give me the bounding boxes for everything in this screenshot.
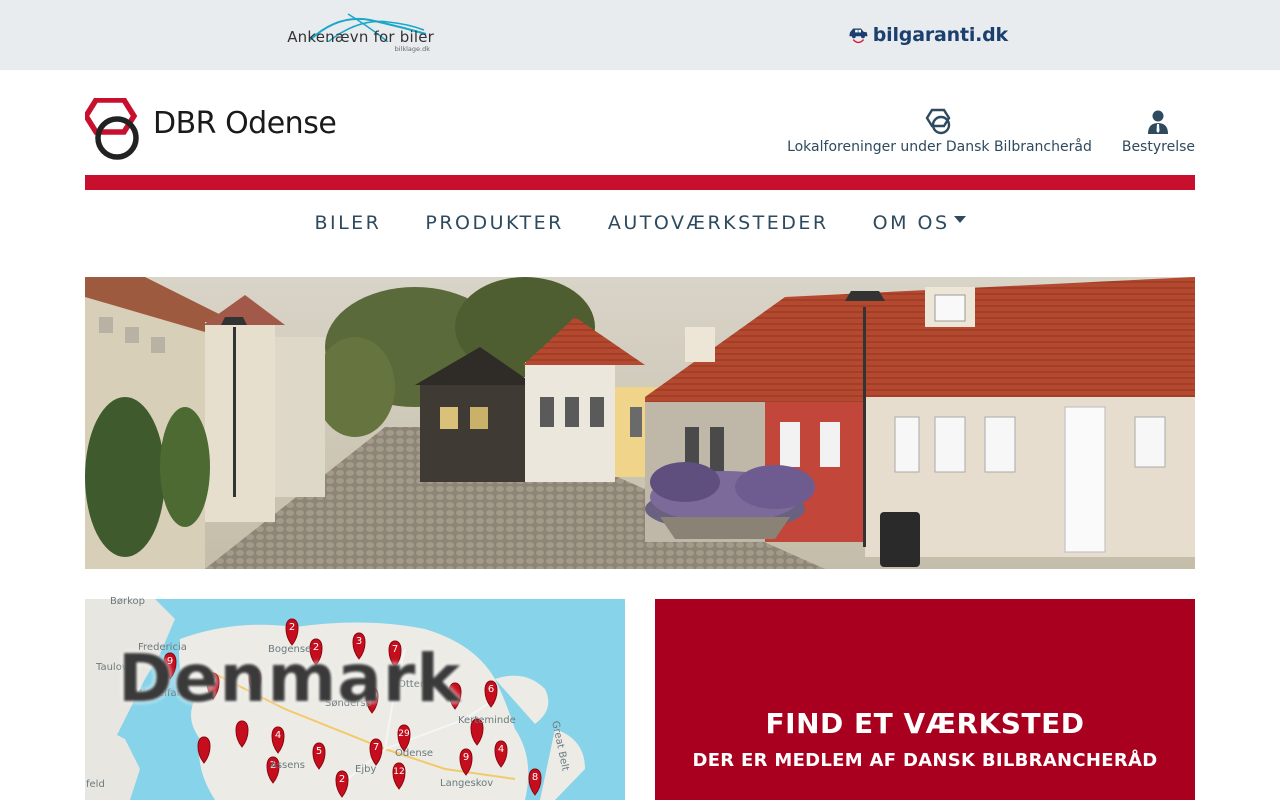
find-workshop-subtitle: DER ER MEDLEM AF DANSK BILBRANCHERÅD bbox=[692, 750, 1158, 771]
logo-text: DBR Odense bbox=[153, 106, 337, 141]
map-label: Assens bbox=[270, 760, 305, 771]
site-logo[interactable]: DBR Odense bbox=[85, 98, 345, 162]
svg-text:4: 4 bbox=[275, 730, 281, 741]
partner-bar: Ankenævn for biler bilklage.dk bilgarant… bbox=[0, 0, 1280, 70]
lokalforeninger-link[interactable]: Lokalforeninger under Dansk Bilbrancherå… bbox=[787, 108, 1092, 155]
ankenaevn-sub: bilklage.dk bbox=[394, 45, 430, 53]
lokalforeninger-label: Lokalforeninger under Dansk Bilbrancherå… bbox=[787, 139, 1092, 155]
ankenaevn-name: Ankenævn for biler bbox=[287, 28, 434, 46]
svg-text:12: 12 bbox=[393, 767, 404, 777]
nav-om-os-label: OM OS bbox=[872, 212, 950, 234]
bestyrelse-link[interactable]: Bestyrelse bbox=[1122, 108, 1195, 155]
svg-text:7: 7 bbox=[373, 742, 379, 753]
svg-text:4: 4 bbox=[498, 744, 504, 755]
svg-text:9: 9 bbox=[463, 752, 469, 763]
nav-item-produkter[interactable]: PRODUKTER bbox=[423, 206, 565, 240]
linked-rings-icon bbox=[925, 108, 953, 136]
svg-text:5: 5 bbox=[316, 746, 322, 757]
svg-text:8: 8 bbox=[532, 772, 538, 783]
header-links: Lokalforeninger under Dansk Bilbrancherå… bbox=[787, 108, 1195, 155]
svg-text:6: 6 bbox=[488, 684, 494, 695]
main-nav: BILER PRODUKTER AUTOVÆRKSTEDER OM OS bbox=[85, 206, 1195, 240]
ankenaevn-logo-link[interactable]: Ankenævn for biler bilklage.dk bbox=[278, 10, 434, 60]
map-label: Børkop bbox=[110, 596, 145, 607]
bilgaranti-name: bilgaranti.dk bbox=[872, 24, 1008, 46]
car-smile-icon bbox=[849, 28, 868, 44]
nav-item-autovaerksteder[interactable]: AUTOVÆRKSTEDER bbox=[606, 206, 831, 240]
map-label: feld bbox=[86, 779, 105, 790]
find-workshop-title: FIND ET VÆRKSTED bbox=[765, 707, 1085, 740]
svg-text:29: 29 bbox=[398, 729, 410, 739]
bilgaranti-logo-link[interactable]: bilgaranti.dk bbox=[848, 10, 1008, 60]
person-icon bbox=[1146, 108, 1170, 136]
nav-produkter-label: PRODUKTER bbox=[425, 212, 564, 234]
dbr-logo-icon bbox=[85, 98, 139, 160]
map-label: Langeskov bbox=[440, 778, 494, 789]
nav-biler-label: BILER bbox=[314, 212, 382, 234]
svg-text:2: 2 bbox=[289, 622, 295, 633]
map-country-label: Denmark bbox=[118, 640, 462, 717]
map-label: Odense bbox=[395, 748, 434, 759]
svg-text:2: 2 bbox=[339, 774, 345, 785]
map-label: Ejby bbox=[355, 764, 377, 775]
nav-autovaerksteder-label: AUTOVÆRKSTEDER bbox=[607, 212, 829, 234]
caret-down-icon bbox=[953, 215, 966, 223]
hero-image bbox=[85, 277, 1195, 569]
bestyrelse-label: Bestyrelse bbox=[1121, 139, 1195, 155]
find-workshop-card[interactable]: FIND ET VÆRKSTED DER ER MEDLEM AF DANSK … bbox=[655, 599, 1195, 800]
header-red-rule bbox=[85, 175, 1195, 190]
nav-item-om-os[interactable]: OM OS bbox=[871, 206, 968, 240]
nav-item-biler[interactable]: BILER bbox=[312, 206, 383, 240]
map-label: Kerteminde bbox=[458, 715, 516, 726]
